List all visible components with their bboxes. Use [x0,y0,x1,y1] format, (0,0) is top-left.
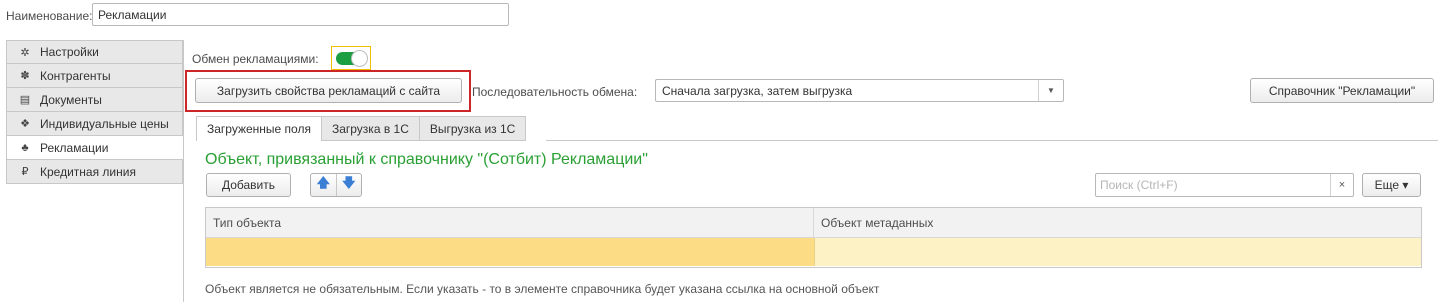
move-down-icon[interactable]: 🡇 [335,174,362,196]
table-cell[interactable] [206,238,815,266]
sequence-label: Последовательность обмена: [472,85,638,99]
sequence-select[interactable]: Сначала загрузка, затем выгрузка ▼ [655,79,1064,102]
price-tag-icon: ❖ [20,118,30,130]
sidebar-item-credit-line[interactable]: ₽ Кредитная линия [6,160,183,184]
load-properties-button[interactable]: Загрузить свойства рекламаций с сайта [195,78,462,103]
exchange-toggle-focus [331,46,371,70]
name-input[interactable] [92,3,509,26]
sidebar-item-documents[interactable]: ▤ Документы [6,88,183,112]
sidebar-item-complaints[interactable]: ♣ Рекламации [6,136,183,160]
document-icon: ▤ [19,94,31,106]
complaint-icon: ♣ [21,141,29,154]
tab-baseline [546,140,1438,141]
people-icon: ✽ [20,70,30,82]
hint-text: Объект является не обязательным. Если ук… [205,282,880,296]
search-input[interactable] [1096,177,1330,193]
add-button[interactable]: Добавить [206,173,291,197]
exchange-toggle[interactable] [336,50,368,67]
objects-table: Тип объекта Объект метаданных [205,207,1422,268]
sidebar-item-label: Контрагенты [40,68,111,83]
sidebar-item-counterparties[interactable]: ✽ Контрагенты [6,64,183,88]
search-field: × [1095,173,1354,197]
tab-loaded-fields[interactable]: Загруженные поля [196,116,322,141]
sidebar-item-label: Настройки [40,45,99,59]
panel-divider [183,40,184,302]
dropdown-arrow-icon[interactable]: ▼ [1038,80,1063,101]
name-label: Наименование: [6,9,93,23]
tab-bar: Загруженные поля Загрузка в 1С Выгрузка … [196,116,527,141]
group-title: Объект, привязанный к справочнику "(Сотб… [205,151,648,168]
move-buttons: 🡅 🡇 [310,173,362,197]
sidebar-item-individual-prices[interactable]: ❖ Индивидуальные цены [6,112,183,136]
table-header: Тип объекта Объект метаданных [206,208,1421,238]
tab-unload-from-1c[interactable]: Выгрузка из 1С [419,116,527,141]
column-metadata-object[interactable]: Объект метаданных [814,208,1421,237]
column-object-type[interactable]: Тип объекта [206,208,814,237]
exchange-label: Обмен рекламациями: [192,52,319,66]
table-cell[interactable] [815,238,1421,266]
sidebar-item-label: Индивидуальные цены [40,116,169,131]
sidebar-item-label: Рекламации [40,140,109,155]
sidebar-item-label: Документы [40,92,102,107]
sidebar-item-settings[interactable]: ✲ Настройки [6,40,183,64]
table-row[interactable] [206,238,1421,266]
move-up-icon[interactable]: 🡅 [311,174,336,196]
ruble-icon: ₽ [21,166,29,178]
reference-button[interactable]: Справочник "Рекламации" [1250,78,1434,103]
gear-icon: ✲ [20,46,30,59]
more-button[interactable]: Еще ▾ [1362,173,1421,197]
clear-search-icon[interactable]: × [1330,174,1353,196]
sidebar: ✲ Настройки ✽ Контрагенты ▤ Документы ❖ … [6,40,183,184]
toggle-knob [351,50,368,67]
sequence-value: Сначала загрузка, затем выгрузка [662,83,853,98]
sidebar-item-label: Кредитная линия [40,164,136,179]
tab-load-to-1c[interactable]: Загрузка в 1С [321,116,420,141]
